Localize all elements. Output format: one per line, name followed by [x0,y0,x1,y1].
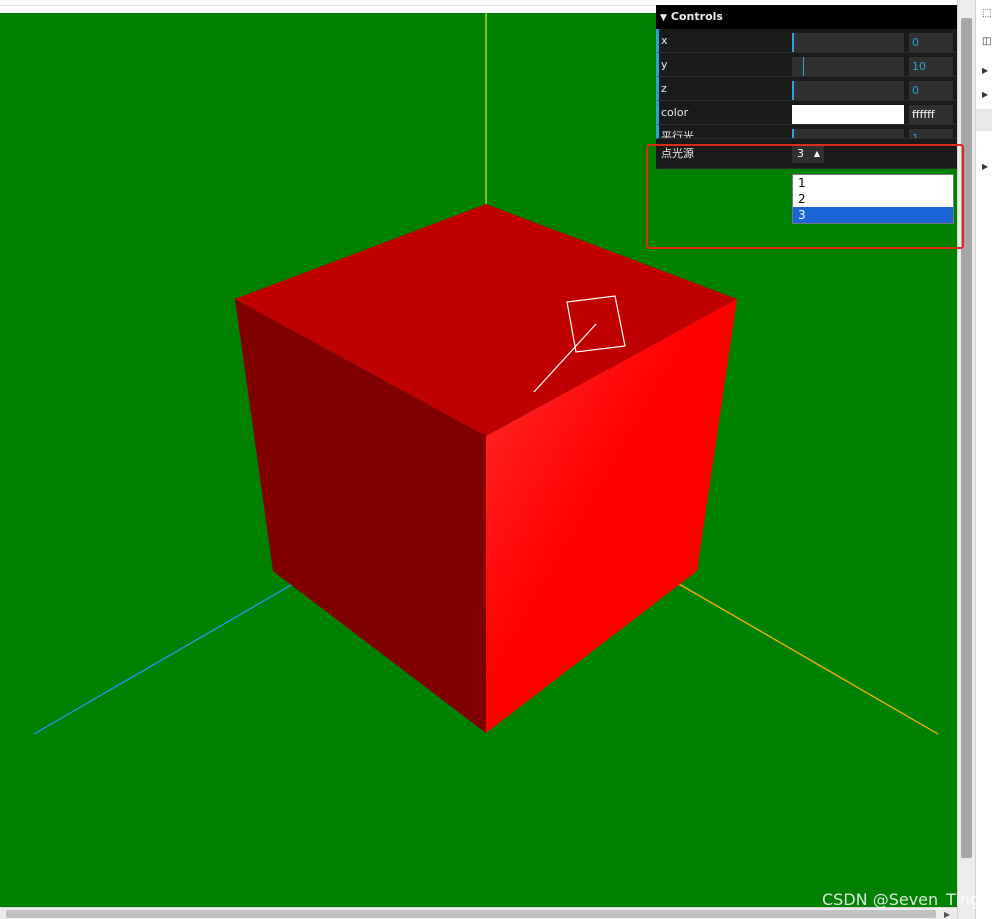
inspect-icon[interactable]: ⬚ [982,8,991,19]
y-number-input[interactable]: 10 [909,57,953,76]
control-label: 点光源 [661,147,694,160]
control-row-x: x 0 [656,29,957,53]
slider-fill [792,129,794,138]
z-slider[interactable] [792,81,904,100]
x-slider[interactable] [792,33,904,52]
slider-fill [792,81,794,100]
y-slider[interactable] [792,57,904,76]
control-label: x [661,34,668,47]
directional-light-slider[interactable] [792,129,904,138]
watermark: CSDN @Seven_Ting [822,890,981,909]
directional-light-input[interactable]: 1 [909,129,953,138]
z-number-input[interactable]: 0 [909,81,953,100]
vertical-scrollbar[interactable] [957,0,975,919]
devtools-panel-edge: ⬚ ◫ ▶ ▶ ▶ [975,0,992,919]
up-down-arrows-icon: ▲ [813,149,820,158]
control-label: y [661,58,668,71]
color-hex-input[interactable]: ffffff [909,105,953,124]
dropdown-option[interactable]: 2 [793,191,953,207]
slider-fill [792,33,794,52]
chevron-down-icon: ▼ [660,13,667,23]
control-row-y: y 10 [656,53,957,77]
dropdown-option[interactable]: 1 [793,175,953,191]
control-label: color [661,106,689,119]
point-light-dropdown: 1 2 3 [792,174,954,224]
control-label: z [661,82,667,95]
devtools-selected-row [976,109,992,131]
select-value: 3 [797,147,804,160]
slider-fill [803,57,805,76]
color-swatch[interactable] [792,105,904,124]
controls-title: Controls [670,10,723,23]
scrollbar-thumb[interactable] [6,910,936,918]
expand-arrow-icon[interactable]: ▶ [982,90,988,99]
controls-panel: ▼ Controls x 0 y 10 z 0 color ffffff 平行光 … [656,5,957,169]
panel-icon[interactable]: ◫ [982,36,991,47]
expand-arrow-icon[interactable]: ▶ [982,162,988,171]
control-row-point-light: 点光源 3 ▲ [656,139,957,169]
expand-arrow-icon[interactable]: ▶ [982,66,988,75]
horizontal-scrollbar[interactable] [0,907,957,919]
control-row-color: color ffffff [656,101,957,125]
point-light-select[interactable]: 3 ▲ [792,144,824,163]
dropdown-option-selected[interactable]: 3 [793,207,953,223]
control-label: 平行光 [661,130,694,139]
scroll-right-arrow-icon[interactable]: ▶ [944,910,950,919]
controls-title-bar[interactable]: ▼ Controls [656,5,957,29]
control-row-directional-light: 平行光 1 [656,125,957,139]
x-number-input[interactable]: 0 [909,33,953,52]
control-row-z: z 0 [656,77,957,101]
scrollbar-thumb[interactable] [961,18,972,858]
